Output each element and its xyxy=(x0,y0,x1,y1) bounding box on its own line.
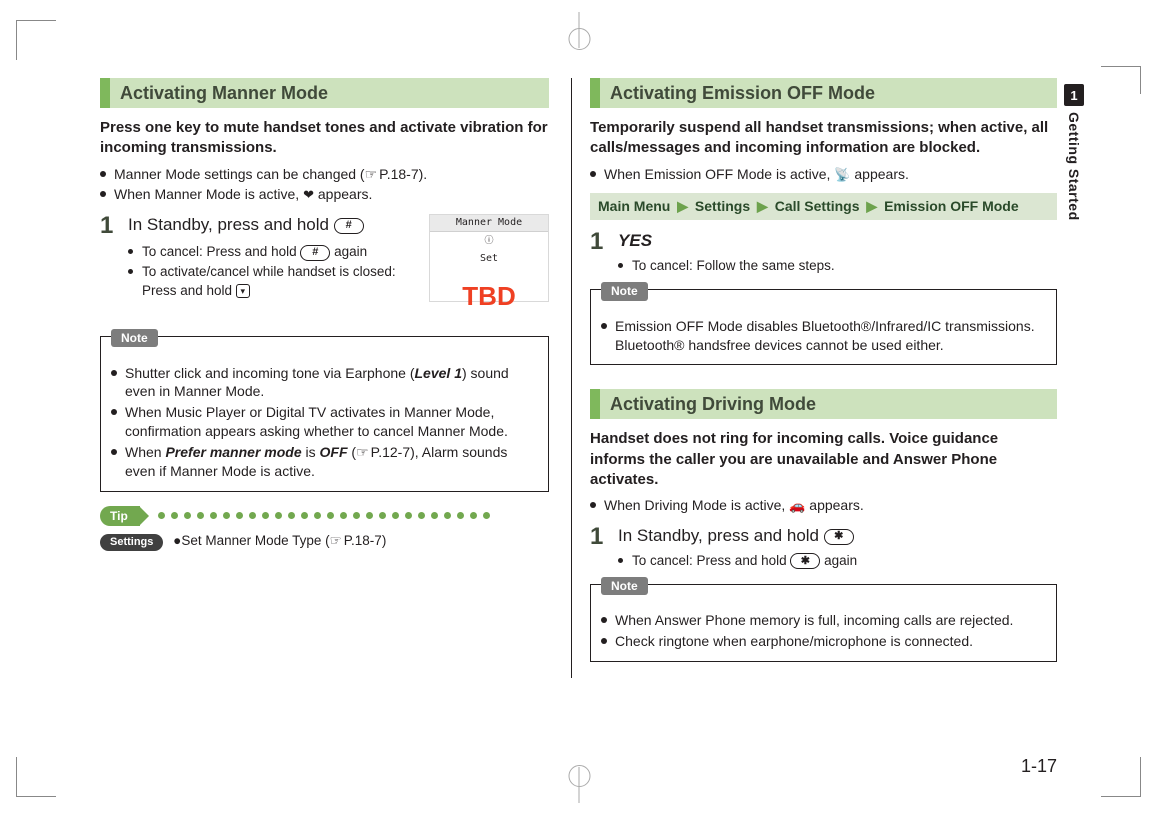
thumb-title: Manner Mode xyxy=(430,215,548,232)
crop-mark xyxy=(1101,757,1141,797)
step-number: 1 xyxy=(590,525,608,572)
side-key-icon: ▾ xyxy=(236,284,250,298)
pointer-icon xyxy=(365,166,380,182)
menu-path: Main Menu ▶ Settings ▶ Call Settings ▶ E… xyxy=(590,193,1057,220)
list-item: Emission OFF Mode disables Bluetooth®/In… xyxy=(601,317,1046,355)
step: 1 In Standby, press and hold ✱ To cancel… xyxy=(590,525,1057,572)
list-item: When Driving Mode is active, 🚗 appears. xyxy=(590,496,1057,515)
section-title: Activating Emission OFF Mode xyxy=(610,81,875,105)
section-title: Activating Driving Mode xyxy=(610,392,816,416)
chevron-right-icon: ▶ xyxy=(866,198,877,214)
list-item: To cancel: Follow the same steps. xyxy=(618,257,1057,275)
note-label: Note xyxy=(601,282,648,300)
step-instruction: In Standby, press and hold ✱ xyxy=(618,525,1057,548)
note-label: Note xyxy=(111,329,158,347)
step: 1 In Standby, press and hold # To cancel… xyxy=(100,214,421,302)
crop-mark xyxy=(16,757,56,797)
left-column: Activating Manner Mode Press one key to … xyxy=(100,78,567,718)
list-item: When Emission OFF Mode is active, 📡 appe… xyxy=(590,165,1057,184)
star-key-icon: ✱ xyxy=(824,529,854,545)
list-item: Shutter click and incoming tone via Earp… xyxy=(111,364,538,402)
intro-text: Press one key to mute handset tones and … xyxy=(100,118,549,159)
crop-mark xyxy=(1101,66,1141,94)
crop-mark xyxy=(578,767,579,803)
thumb-sub: Set xyxy=(430,252,548,266)
accent-bar xyxy=(590,389,600,419)
crop-mark xyxy=(16,20,56,60)
car-icon: 🚗 xyxy=(789,498,805,513)
note-box: Note Shutter click and incoming tone via… xyxy=(100,336,549,492)
list-item: When Answer Phone memory is full, incomi… xyxy=(601,611,1046,630)
right-column: Activating Emission OFF Mode Temporarily… xyxy=(590,78,1057,718)
step-instruction: YES xyxy=(618,231,652,250)
intro-text: Temporarily suspend all handset transmis… xyxy=(590,118,1057,159)
page-number: 1-17 xyxy=(1021,756,1057,777)
section-heading: Activating Manner Mode xyxy=(100,78,549,108)
manner-mode-icon: ❤ xyxy=(303,187,314,202)
screenshot-thumbnail: Manner Mode ⓘ Set TBD xyxy=(429,214,549,302)
column-divider xyxy=(571,78,572,678)
pointer-icon xyxy=(330,533,344,548)
tip-label: Tip xyxy=(100,506,140,526)
crop-mark xyxy=(578,12,579,48)
hash-key-icon: # xyxy=(300,245,330,261)
list-item: When Manner Mode is active, ❤ appears. xyxy=(100,185,549,204)
thumb-tbd: TBD xyxy=(430,279,548,314)
accent-bar xyxy=(100,78,110,108)
star-key-icon: ✱ xyxy=(790,553,820,569)
accent-bar xyxy=(590,78,600,108)
list-item: To cancel: Press and hold # again xyxy=(128,243,421,261)
list-item: Check ringtone when earphone/microphone … xyxy=(601,632,1046,651)
note-box: Note When Answer Phone memory is full, i… xyxy=(590,584,1057,662)
note-box: Note Emission OFF Mode disables Bluetoot… xyxy=(590,289,1057,365)
list-item: To activate/cancel while handset is clos… xyxy=(128,263,421,299)
chapter-title: Getting Started xyxy=(1066,112,1082,221)
tip-body: Settings ●Set Manner Mode Type (P.18-7) xyxy=(100,532,549,551)
page: 1 Getting Started Activating Manner Mode… xyxy=(0,0,1157,815)
section-title: Activating Manner Mode xyxy=(120,81,328,105)
settings-pill: Settings xyxy=(100,534,163,551)
step-number: 1 xyxy=(100,214,118,302)
intro-text: Handset does not ring for incoming calls… xyxy=(590,429,1057,490)
chevron-right-icon: ▶ xyxy=(757,198,768,214)
section-heading: Activating Driving Mode xyxy=(590,389,1057,419)
note-label: Note xyxy=(601,577,648,595)
chevron-right-icon: ▶ xyxy=(677,198,688,214)
list-item: When Music Player or Digital TV activate… xyxy=(111,403,538,441)
chapter-tab: 1 Getting Started xyxy=(1063,84,1085,221)
section-heading: Activating Emission OFF Mode xyxy=(590,78,1057,108)
hash-key-icon: # xyxy=(334,218,364,234)
dotted-rule xyxy=(158,512,549,519)
chapter-number: 1 xyxy=(1064,84,1084,106)
list-item: Manner Mode settings can be changed (P.1… xyxy=(100,165,549,184)
step-number: 1 xyxy=(590,230,608,277)
tip-row: Tip xyxy=(100,506,549,526)
step: 1 YES To cancel: Follow the same steps. xyxy=(590,230,1057,277)
list-item: To cancel: Press and hold ✱ again xyxy=(618,552,1057,570)
step-instruction: In Standby, press and hold # xyxy=(128,214,421,237)
intro-bullets: Manner Mode settings can be changed (P.1… xyxy=(100,165,549,205)
list-item: When Prefer manner mode is OFF (P.12-7),… xyxy=(111,443,538,481)
antenna-off-icon: 📡 xyxy=(834,167,850,182)
